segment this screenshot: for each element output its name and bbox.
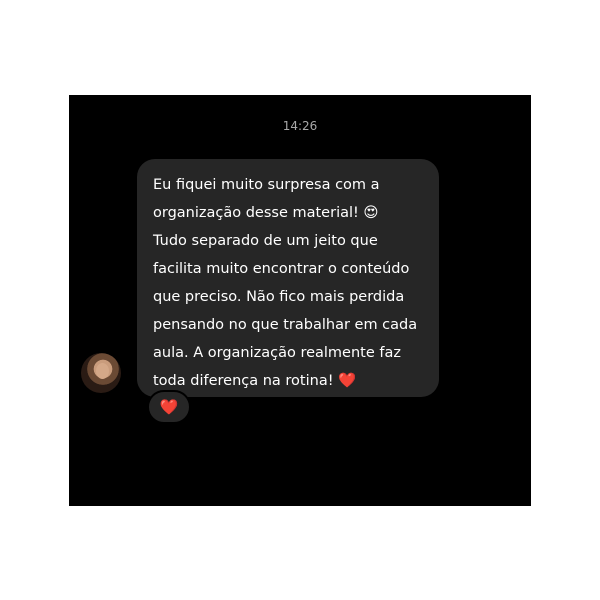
chat-screenshot: 14:26 Eu fiquei muito surpresa com a org…	[69, 95, 531, 506]
message-line: que preciso. Não fico mais perdida	[153, 289, 405, 305]
message-line: pensando no que trabalhar em cada	[153, 317, 418, 333]
message-bubble[interactable]: Eu fiquei muito surpresa com a organizaç…	[137, 159, 439, 397]
avatar-face-shape	[96, 363, 109, 379]
message-line: Tudo separado de um jeito que	[153, 233, 378, 249]
message-line: toda diferença na rotina! ❤️	[153, 373, 357, 389]
message-timestamp: 14:26	[282, 119, 318, 133]
heart-icon: ❤️	[159, 399, 179, 416]
heart-reaction[interactable]: ❤️	[147, 390, 191, 424]
message-line: organização desse material! 😍	[153, 205, 379, 221]
message-line: aula. A organização realmente faz	[153, 345, 401, 361]
message-line: facilita muito encontrar o conteúdo	[153, 261, 410, 277]
sender-avatar[interactable]	[81, 353, 121, 393]
message-line: Eu fiquei muito surpresa com a	[153, 177, 380, 193]
